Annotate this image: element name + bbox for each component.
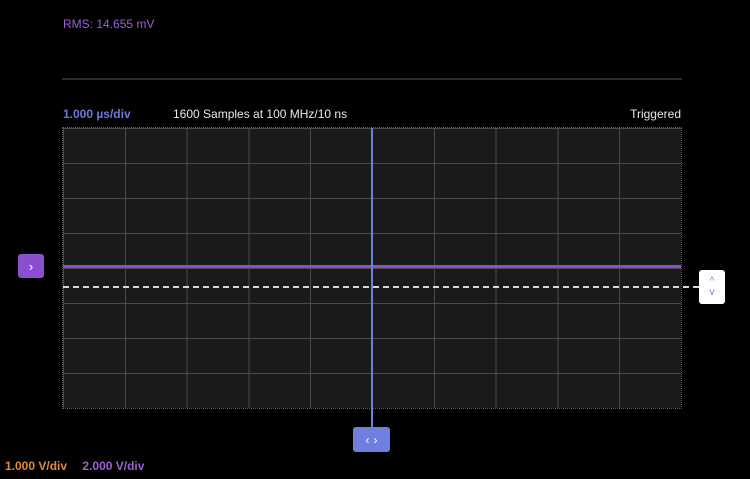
trigger-level-handle[interactable]: ^ v — [699, 270, 725, 304]
trigger-level-line[interactable] — [63, 286, 699, 288]
trigger-status: Triggered — [630, 107, 681, 121]
channel-scales: 1.000 V/div 2.000 V/div — [5, 459, 144, 473]
timebase-label[interactable]: 1.000 µs/div — [63, 107, 131, 121]
channel-1-scale[interactable]: 1.000 V/div — [5, 459, 67, 473]
time-cursor-line[interactable] — [371, 128, 373, 428]
measurement-divider — [62, 78, 682, 80]
chevron-right-icon: › — [28, 258, 34, 274]
scope-header: 1.000 µs/div 1600 Samples at 100 MHz/10 … — [63, 107, 681, 123]
channel-2-scale[interactable]: 2.000 V/div — [82, 459, 144, 473]
chevron-left-icon: ‹ — [365, 432, 370, 447]
chevron-down-icon: v — [709, 287, 715, 298]
chevron-up-icon: ^ — [709, 276, 715, 287]
time-position-handle[interactable]: ‹ › — [353, 427, 390, 452]
chevron-right-icon: › — [373, 432, 378, 447]
rms-measurement: RMS: 14.655 mV — [63, 17, 155, 31]
channel-offset-marker[interactable]: › — [18, 254, 44, 278]
sample-rate-label: 1600 Samples at 100 MHz/10 ns — [173, 107, 348, 121]
